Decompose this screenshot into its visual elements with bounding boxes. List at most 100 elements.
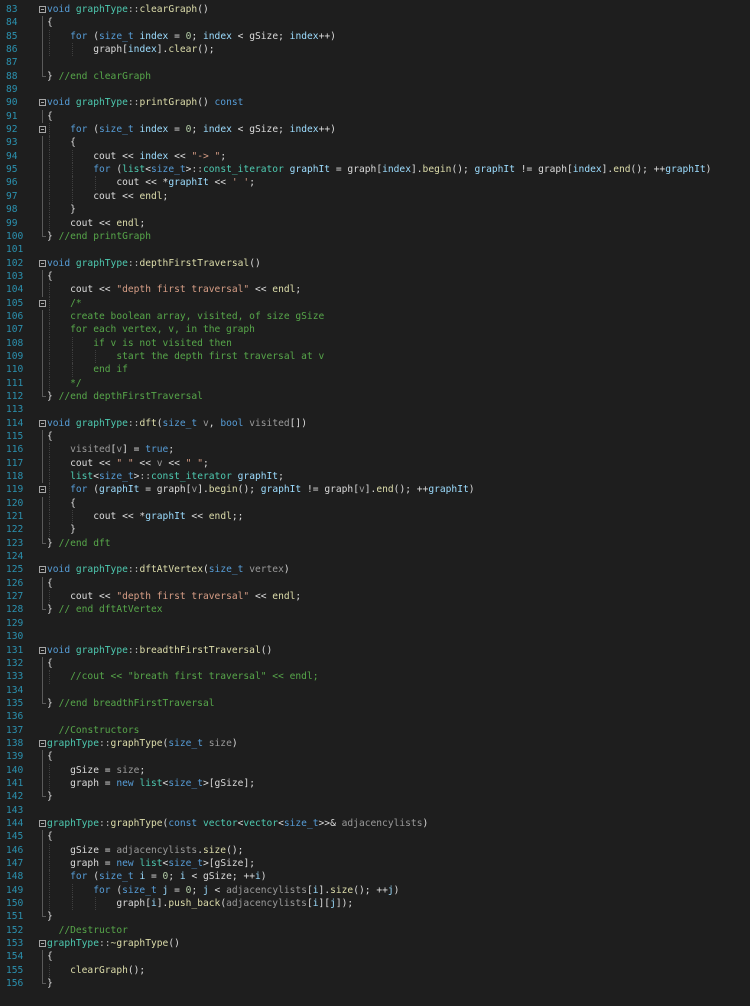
collapse-box-icon[interactable] [39,486,46,494]
line-number: 107 [6,324,24,336]
collapse-box-icon[interactable] [39,126,46,134]
code-line[interactable]: 132 { [0,656,750,671]
code-token: cout [70,457,94,469]
code-line[interactable]: 136 [0,710,750,723]
code-line[interactable]: 118 list<size_t>::const_iterator graphIt… [0,470,750,484]
code-line[interactable]: 143 [0,804,750,817]
code-token: gSize [214,777,244,789]
code-line[interactable]: 94 cout << index << "-> "; [0,149,750,164]
code-line[interactable]: 91 { [0,109,750,124]
code-line[interactable]: 131 void graphType::breadthFirstTraversal… [0,644,750,657]
code-line[interactable]: 105 /* [0,296,750,310]
code-line[interactable]: 154 { [0,950,750,964]
code-editor[interactable]: 83 void graphType::clearGraph() 84{85 for … [0,0,750,1006]
code-line[interactable]: 130 [0,630,750,643]
code-line[interactable]: 152 //Destructor [0,924,750,937]
code-line[interactable]: 89 [0,83,750,96]
code-line[interactable]: 83 void graphType::clearGraph() [0,3,750,16]
code-line[interactable]: 86 graph[index].clear(); [0,43,750,57]
code-line[interactable]: 123} //end dft [0,536,750,550]
collapse-box-icon[interactable] [39,940,46,948]
code-line[interactable]: 127 cout << "depth first traversal" << e… [0,590,750,604]
collapse-box-icon[interactable] [39,646,46,654]
code-line[interactable]: 112} //end depthFirstTraversal [0,389,750,403]
code-line[interactable]: 101 [0,243,750,256]
code-line[interactable]: 121 cout << *graphIt << endl;; [0,510,750,524]
code-line[interactable]: 148 for (size_t i = 0; i < gSize; ++i) [0,870,750,884]
code-line[interactable]: 134 [0,683,750,697]
collapse-box-icon[interactable] [39,99,46,107]
code-line[interactable]: 141 graph = new list<size_t>[gSize]; [0,776,750,791]
code-line[interactable]: 115 { [0,430,750,444]
code-line[interactable]: 149 for (size_t j = 0; j < adjacencylist… [0,883,750,898]
code-line[interactable]: 111 */ [0,376,750,390]
code-token: = [99,858,117,869]
code-line[interactable]: 90 void graphType::printGraph() const [0,96,750,109]
code-line[interactable]: 88} //end clearGraph [0,69,750,83]
code-token: ; [295,591,302,603]
collapse-box-icon[interactable] [39,259,46,267]
code-line[interactable]: 110 end if [0,363,750,377]
code-line[interactable]: 139 { [0,750,750,764]
code-line[interactable]: 100} //end printGraph [0,229,750,243]
code-line[interactable]: 85 for (size_t index = 0; index < gSize;… [0,29,750,44]
code-line[interactable]: 153 graphType::~graphType() [0,937,750,950]
code-line[interactable]: 99 cout << endl; [0,216,750,230]
code-line[interactable]: 119 for (graphIt = graph[v].begin(); gra… [0,483,750,497]
code-line[interactable]: 104 cout << "depth first traversal" << e… [0,283,750,297]
code-text: graph[index].clear(); [47,43,215,57]
code-line[interactable]: 122 } [0,523,750,537]
code-line[interactable]: 128} // end dftAtVertex [0,603,750,616]
code-line[interactable]: 156} [0,977,750,990]
code-line[interactable]: 107 for each vertex, v, in the graph [0,323,750,337]
code-line[interactable]: 96 cout << *graphIt << ' '; [0,176,750,190]
line-number: 148 [6,871,24,883]
code-line[interactable]: 109 start the depth first traversal at v [0,349,750,364]
collapse-box-icon[interactable] [39,419,46,427]
code-line[interactable]: 142} [0,790,750,803]
code-line[interactable]: 144 graphType::graphType(const vector<vec… [0,817,750,830]
code-line[interactable]: 103 { [0,269,750,284]
code-line[interactable]: 117 cout << " " << v << " "; [0,456,750,471]
code-line[interactable]: 97 cout << endl; [0,189,750,204]
code-line[interactable]: 108 if v is not visited then [0,336,750,350]
code-line[interactable]: 95 for (list<size_t>::const_iterator gra… [0,163,750,177]
code-line[interactable]: 116 visited[v] = true; [0,443,750,457]
code-line[interactable]: 92 for (size_t index = 0; index < gSize;… [0,123,750,137]
line-number: 115 [6,431,24,442]
code-line[interactable]: 102 void graphType::depthFirstTraversal() [0,257,750,270]
code-line[interactable]: 146 gSize = adjacencylists.size(); [0,843,750,857]
code-line[interactable]: 129 [0,617,750,630]
indent-guide [49,296,50,310]
code-line[interactable]: 84 { [0,16,750,30]
code-line[interactable]: 135} //end breadthFirstTraversal [0,696,750,710]
code-line[interactable]: 98 } [0,203,750,217]
collapse-box-icon[interactable] [39,6,46,13]
code-line[interactable]: 145 { [0,830,750,844]
code-line[interactable]: 138 graphType::graphType(size_t size) [0,737,750,750]
collapse-box-icon[interactable] [39,299,46,307]
code-line[interactable]: 133 //cout << "breath first traversal" <… [0,670,750,684]
collapse-box-icon[interactable] [39,819,46,827]
collapse-box-icon[interactable] [39,739,46,747]
code-line[interactable]: 151} [0,910,750,923]
collapse-box-icon[interactable] [39,566,46,574]
code-text: } [47,977,53,990]
code-line[interactable]: 87 [0,56,750,70]
code-line[interactable]: 126 { [0,576,750,591]
code-line[interactable]: 147 graph = new list<size_t>[gSize]; [0,857,750,871]
code-line[interactable]: 106 create boolean array, visited, of si… [0,309,750,324]
code-line[interactable]: 113 [0,403,750,416]
code-line[interactable]: 155 clearGraph(); [0,963,750,978]
code-line[interactable]: 124 [0,550,750,563]
code-line[interactable]: 150 graph[i].push_back(adjacencylists[i]… [0,897,750,911]
fold-guide [42,149,43,164]
code-token: < [231,124,250,136]
code-line[interactable]: 140 gSize = size; [0,763,750,777]
code-token: gSize [70,844,99,856]
code-line[interactable]: 120 { [0,496,750,511]
code-line[interactable]: 114 void graphType::dft(size_t v, bool vi… [0,417,750,430]
code-line[interactable]: 125 void graphType::dftAtVertex(size_t ve… [0,563,750,576]
code-line[interactable]: 93 { [0,136,750,150]
code-line[interactable]: 137 //Constructors [0,724,750,737]
